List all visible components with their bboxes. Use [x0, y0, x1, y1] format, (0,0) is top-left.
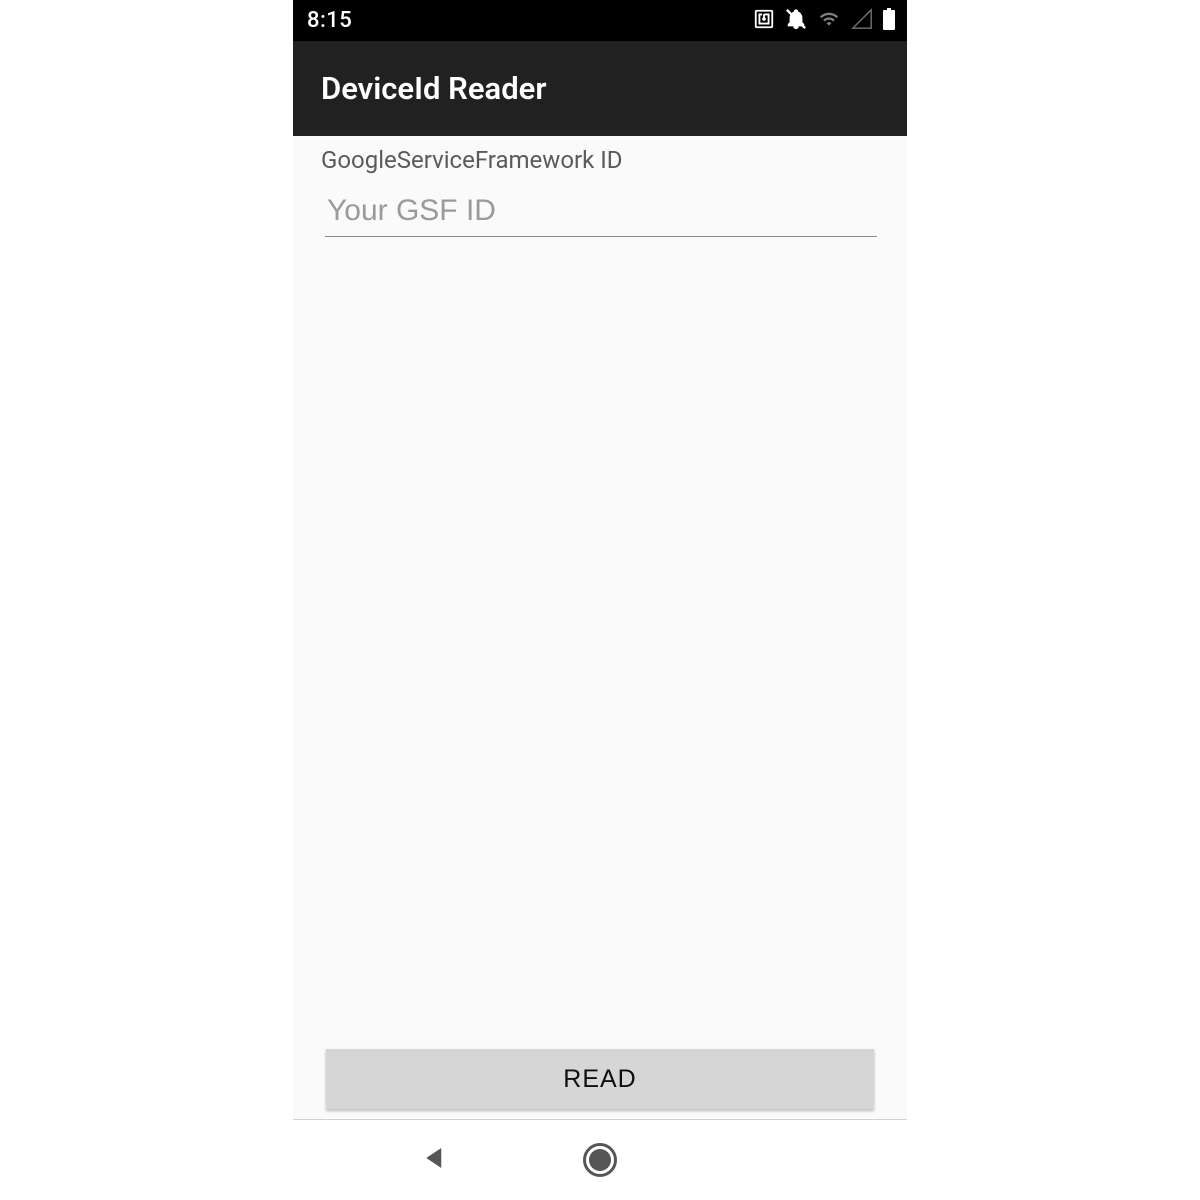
gsf-field-label: GoogleServiceFramework ID [321, 146, 879, 174]
nfc-icon [753, 8, 775, 34]
phone-screen: 8:15 DeviceId Reader GoogleServiceFramew… [293, 0, 907, 1200]
wifi-icon [817, 9, 841, 33]
content-area: GoogleServiceFramework ID READ [293, 136, 907, 1119]
status-time: 8:15 [307, 8, 352, 33]
app-title: DeviceId Reader [321, 70, 547, 107]
status-bar: 8:15 [293, 0, 907, 41]
battery-icon [883, 8, 895, 34]
app-bar: DeviceId Reader [293, 41, 907, 136]
signal-icon [851, 8, 873, 34]
navigation-bar [293, 1120, 907, 1200]
back-button[interactable] [415, 1140, 455, 1180]
home-button[interactable] [580, 1140, 620, 1180]
gsf-id-input[interactable] [325, 184, 877, 237]
recents-button[interactable] [745, 1140, 785, 1180]
status-icons-group [753, 8, 895, 34]
home-icon [583, 1143, 617, 1177]
back-icon [420, 1143, 450, 1177]
read-button[interactable]: READ [326, 1049, 874, 1109]
spacer [321, 237, 879, 1049]
dnd-off-icon [785, 8, 807, 34]
